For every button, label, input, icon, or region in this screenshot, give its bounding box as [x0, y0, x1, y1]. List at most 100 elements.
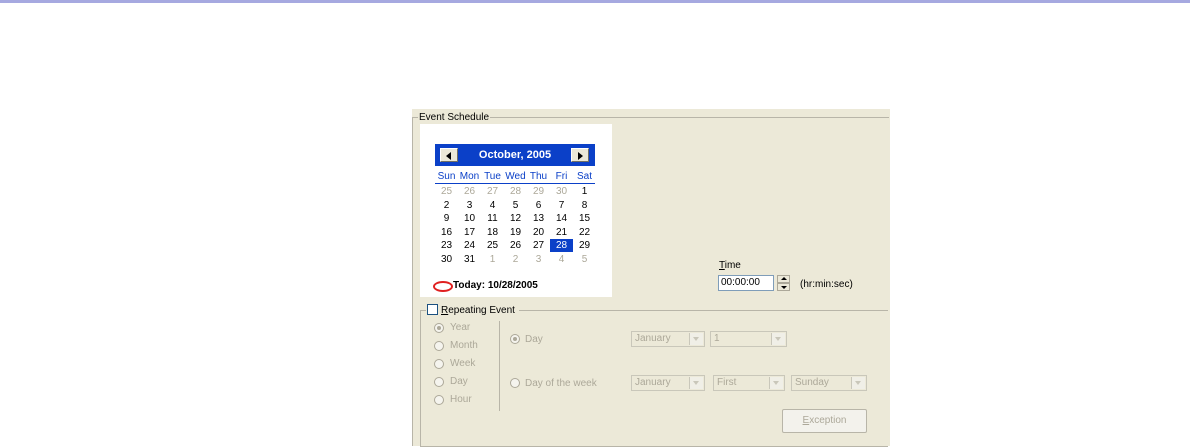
calendar-day[interactable]: 3 [458, 199, 481, 212]
day-option-day-value: 1 [714, 333, 720, 344]
dow-option-month-value: January [635, 377, 671, 388]
day-option-day-select[interactable]: 1 [710, 331, 787, 347]
calendar-day[interactable]: 15 [573, 212, 596, 225]
today-marker-icon [433, 281, 453, 292]
next-month-button[interactable] [571, 148, 589, 162]
dow-option-ordinal-select[interactable]: First [713, 375, 785, 391]
calendar-day[interactable]: 13 [527, 212, 550, 225]
calendar-day[interactable]: 31 [458, 253, 481, 266]
calendar-day[interactable]: 11 [481, 212, 504, 225]
calendar-day[interactable]: 3 [527, 253, 550, 266]
prev-month-button[interactable] [440, 148, 458, 162]
calendar-day[interactable]: 21 [550, 226, 573, 239]
radio-hour[interactable] [434, 395, 444, 405]
calendar-day[interactable]: 27 [527, 239, 550, 252]
calendar-day[interactable]: 26 [504, 239, 527, 252]
calendar-day[interactable]: 28 [550, 239, 573, 252]
dow-sat: Sat [576, 171, 592, 182]
radio-year-label[interactable]: Year [450, 322, 470, 333]
calendar-day[interactable]: 2 [504, 253, 527, 266]
dow-wed: Wed [505, 171, 526, 182]
period-separator [499, 321, 500, 411]
calendar-day[interactable]: 28 [504, 185, 527, 198]
calendar-day[interactable]: 24 [458, 239, 481, 252]
calendar-day[interactable]: 19 [504, 226, 527, 239]
calendar-day[interactable]: 1 [573, 185, 596, 198]
day-option-month-select[interactable]: January [631, 331, 705, 347]
radio-hour-label[interactable]: Hour [450, 394, 472, 405]
dow-option-ordinal-value: First [717, 377, 737, 388]
dow-sun: Sun [437, 171, 456, 182]
chevron-down-icon[interactable] [769, 377, 783, 389]
chevron-down-icon[interactable] [689, 377, 703, 389]
radio-week-label[interactable]: Week [450, 358, 475, 369]
radio-day-label[interactable]: Day [450, 376, 468, 387]
calendar-day[interactable]: 20 [527, 226, 550, 239]
day-of-week-header: Sun Mon Tue Wed Thu Fri Sat [435, 170, 595, 184]
radio-week[interactable] [434, 359, 444, 369]
repeating-event-legend: Repeating Event [426, 304, 519, 316]
calendar-day[interactable]: 7 [550, 199, 573, 212]
repeating-event-checkbox[interactable] [427, 304, 438, 315]
triangle-left-icon [446, 152, 451, 160]
event-schedule-panel: Event Schedule October, 2005 Sun Mon Tue… [412, 109, 890, 447]
time-label: Time [719, 260, 741, 271]
radio-year[interactable] [434, 323, 444, 333]
top-accent-bar [0, 0, 1190, 3]
calendar-day[interactable]: 29 [573, 239, 596, 252]
day-option-month-value: January [635, 333, 671, 344]
dow-option-weekday-select[interactable]: Sunday [791, 375, 867, 391]
calendar-day[interactable]: 9 [435, 212, 458, 225]
dow-thu: Thu [529, 171, 548, 182]
calendar-day[interactable]: 18 [481, 226, 504, 239]
dow-option-label[interactable]: Day of the week [525, 378, 597, 389]
time-spinner[interactable] [777, 275, 790, 291]
calendar-day[interactable]: 29 [527, 185, 550, 198]
dow-option-month-select[interactable]: January [631, 375, 705, 391]
calendar-day[interactable]: 1 [481, 253, 504, 266]
event-schedule-title: Event Schedule [418, 112, 491, 123]
radio-day[interactable] [434, 377, 444, 387]
repeating-event-label[interactable]: Repeating Event [441, 305, 515, 316]
calendar-day[interactable]: 22 [573, 226, 596, 239]
chevron-down-icon[interactable] [689, 333, 703, 345]
calendar-day[interactable]: 14 [550, 212, 573, 225]
calendar-day[interactable]: 4 [550, 253, 573, 266]
calendar-day[interactable]: 10 [458, 212, 481, 225]
radio-day-option[interactable] [510, 334, 520, 344]
calendar-day[interactable]: 25 [481, 239, 504, 252]
month-calendar[interactable]: October, 2005 Sun Mon Tue Wed Thu Fri Sa… [420, 124, 612, 297]
radio-month[interactable] [434, 341, 444, 351]
chevron-down-icon[interactable] [851, 377, 865, 389]
calendar-day[interactable]: 23 [435, 239, 458, 252]
chevron-down-icon[interactable] [771, 333, 785, 345]
today-label[interactable]: Today: 10/28/2005 [453, 280, 538, 291]
spin-down-icon[interactable] [777, 283, 790, 291]
radio-month-label[interactable]: Month [450, 340, 478, 351]
calendar-day[interactable]: 4 [481, 199, 504, 212]
calendar-day[interactable]: 30 [435, 253, 458, 266]
calendar-day[interactable]: 5 [504, 199, 527, 212]
radio-dow-option[interactable] [510, 378, 520, 388]
calendar-day[interactable]: 17 [458, 226, 481, 239]
calendar-day[interactable]: 26 [458, 185, 481, 198]
day-option-label[interactable]: Day [525, 334, 543, 345]
calendar-day[interactable]: 16 [435, 226, 458, 239]
exception-button[interactable]: Exception [782, 409, 867, 433]
calendar-day[interactable]: 2 [435, 199, 458, 212]
calendar-day[interactable]: 8 [573, 199, 596, 212]
calendar-day[interactable]: 25 [435, 185, 458, 198]
calendar-day[interactable]: 30 [550, 185, 573, 198]
dow-mon: Mon [459, 171, 480, 182]
calendar-day[interactable]: 27 [481, 185, 504, 198]
calendar-day[interactable]: 6 [527, 199, 550, 212]
dow-option-weekday-value: Sunday [795, 377, 829, 388]
triangle-right-icon [578, 152, 583, 160]
calendar-month-title: October, 2005 [478, 149, 552, 161]
time-format-hint: (hr:min:sec) [800, 279, 853, 290]
calendar-day[interactable]: 12 [504, 212, 527, 225]
calendar-day[interactable]: 5 [573, 253, 596, 266]
time-input[interactable]: 00:00:00 [718, 275, 774, 291]
spin-up-icon[interactable] [777, 275, 790, 283]
dow-tue: Tue [484, 171, 501, 182]
